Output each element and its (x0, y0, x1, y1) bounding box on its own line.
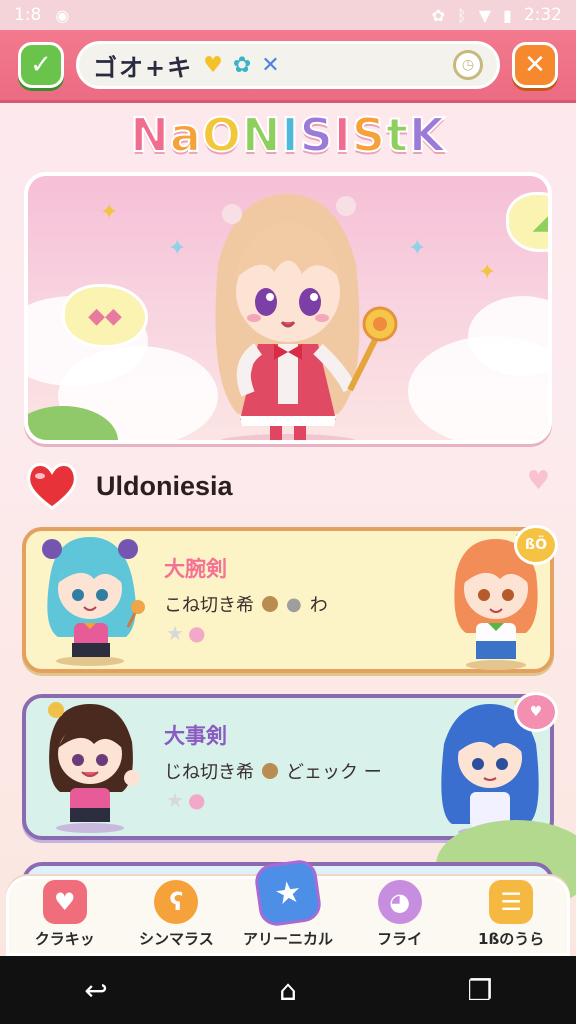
tab-label: 1ßのうら (478, 930, 545, 948)
star-icon: ★ (166, 788, 184, 812)
card-subtitle-text: じね切き希 (164, 762, 254, 783)
bluetooth-icon: ᛒ (457, 5, 467, 25)
card-corner-badge-text: ßÖ (525, 537, 547, 553)
character-card[interactable]: 大腕剣 こね切き希 ● わ ★ ● ßÖ (22, 525, 558, 673)
hero-right-badge[interactable]: ◢ (506, 192, 550, 252)
confirm-button[interactable]: ✓ (18, 42, 64, 88)
pig-icon: ● (187, 621, 206, 645)
card-corner-badge[interactable]: ßÖ (514, 525, 558, 565)
card-subtitle-tail: わ (309, 595, 328, 616)
coin-icon (262, 596, 278, 612)
tab-bear[interactable]: ʕ シンマラス (126, 880, 226, 949)
back-icon[interactable]: ↩ (66, 974, 126, 1007)
logo-letter: K (408, 107, 446, 163)
hero-right-badge-text: ◢ (532, 209, 550, 235)
logo-letter: I (333, 107, 352, 163)
card-stat-icons: ★ ● (166, 788, 205, 812)
status-bar: 1:8 ◉ ✿ ᛒ ▼ ▮ 2:32 (0, 0, 576, 30)
top-bar: ✓ ゴオ+キ ♥ ✿ ✕ ◷ ✕ (0, 30, 576, 100)
app-logo: NaONISIStK (0, 107, 576, 168)
bottom-tab-bar: ♥ クラキッ ʕ シンマラス ★ アリーニカル ◕ フライ ☰ 1ßのうら (6, 857, 570, 956)
hero-left-badge[interactable]: ◆◆ (62, 284, 148, 348)
tab-label: シンマラス (139, 930, 214, 948)
logo-letter: a (169, 107, 202, 163)
cross-chip-icon[interactable]: ✕ (261, 53, 279, 78)
tab-label: クラキッ (34, 930, 95, 948)
tab-label: アリーニカル (242, 930, 333, 948)
cat-notification-icon: ✿ (431, 5, 446, 25)
system-navigation-bar: ↩ ⌂ ❐ (0, 956, 576, 1024)
bear-icon: ʕ (154, 880, 199, 924)
logo-letter: S (299, 107, 334, 163)
battery-icon: ▮ (503, 5, 512, 25)
favorite-badge[interactable]: ♥ (514, 692, 558, 732)
hero-banner[interactable]: ✦ ✦ ✦ ✦ ◆◆ ◢ (24, 172, 552, 444)
logo-letter: t (385, 107, 410, 163)
coin-icon (262, 763, 278, 779)
character-card[interactable]: 大事剣 じね切き希 どェック ー ★ ● ♥ (22, 692, 558, 840)
logo-letter: N (129, 107, 170, 163)
status-left-text: 1:8 (14, 5, 42, 25)
card-title: 大事剣 (164, 724, 227, 748)
character-avatar (48, 702, 140, 833)
status-time: 2:32 (523, 5, 562, 25)
logo-letter: N (241, 107, 282, 163)
heart-icon (27, 463, 77, 510)
section-title: Uldoniesia (96, 470, 233, 501)
star-icon: ★ (166, 621, 184, 645)
heart-chip-icon[interactable]: ♥ (203, 53, 223, 78)
star-icon: ★ (252, 857, 323, 929)
search-text: ゴオ+キ (93, 53, 194, 82)
tab-list[interactable]: ☰ 1ßのうら (461, 880, 561, 949)
tab-star[interactable]: ★ アリーニカル (238, 857, 338, 949)
logo-letter: I (280, 107, 300, 163)
clock-icon[interactable]: ◷ (453, 50, 483, 80)
hero-left-badge-text: ◆◆ (88, 303, 122, 329)
sparkle-icon: ✦ (100, 200, 119, 225)
check-icon: ✓ (30, 50, 52, 80)
favorite-heart-icon: ♥ (529, 704, 543, 720)
status-right: ✿ ᛒ ▼ ▮ 2:32 (432, 5, 562, 25)
pig-icon: ● (187, 788, 206, 812)
close-button[interactable]: ✕ (512, 42, 558, 88)
logo-letter: S (351, 107, 387, 163)
decorative-heart-icon: ♥ (526, 466, 550, 496)
wifi-icon: ▼ (478, 5, 491, 25)
cat-chip-icon[interactable]: ✿ (233, 53, 251, 78)
close-icon: ✕ (524, 50, 546, 80)
list-icon: ☰ (489, 880, 534, 924)
notification-icon: ◉ (55, 5, 70, 25)
status-left: 1:8 ◉ (14, 5, 69, 25)
gift-icon: ♥ (42, 880, 87, 924)
pig-icon: ◕ (377, 880, 422, 924)
recents-icon[interactable]: ❐ (450, 974, 510, 1007)
tab-pig[interactable]: ◕ フライ (350, 880, 450, 949)
home-icon[interactable]: ⌂ (258, 974, 318, 1007)
card-stat-icons: ★ ● (166, 621, 205, 645)
character-avatar (42, 537, 145, 666)
card-title: 大腕剣 (164, 557, 227, 581)
tab-label: フライ (377, 930, 423, 948)
sparkle-icon: ✦ (408, 236, 427, 261)
section-header: Uldoniesia (24, 456, 233, 516)
card-subtitle-text: こね切き希 (164, 595, 254, 616)
tab-gift[interactable]: ♥ クラキッ (15, 880, 115, 949)
card-subtitle-tail: どェック ー (286, 762, 382, 783)
logo-letter: O (201, 107, 242, 163)
rock-icon: ● (286, 593, 302, 615)
card-subtitle: こね切き希 ● わ (164, 591, 328, 617)
search-bar[interactable]: ゴオ+キ ♥ ✿ ✕ ◷ (76, 41, 500, 89)
card-subtitle: じね切き希 どェック ー (164, 758, 382, 784)
hero-character-illustration (215, 194, 398, 440)
sparkle-icon: ✦ (478, 260, 497, 285)
